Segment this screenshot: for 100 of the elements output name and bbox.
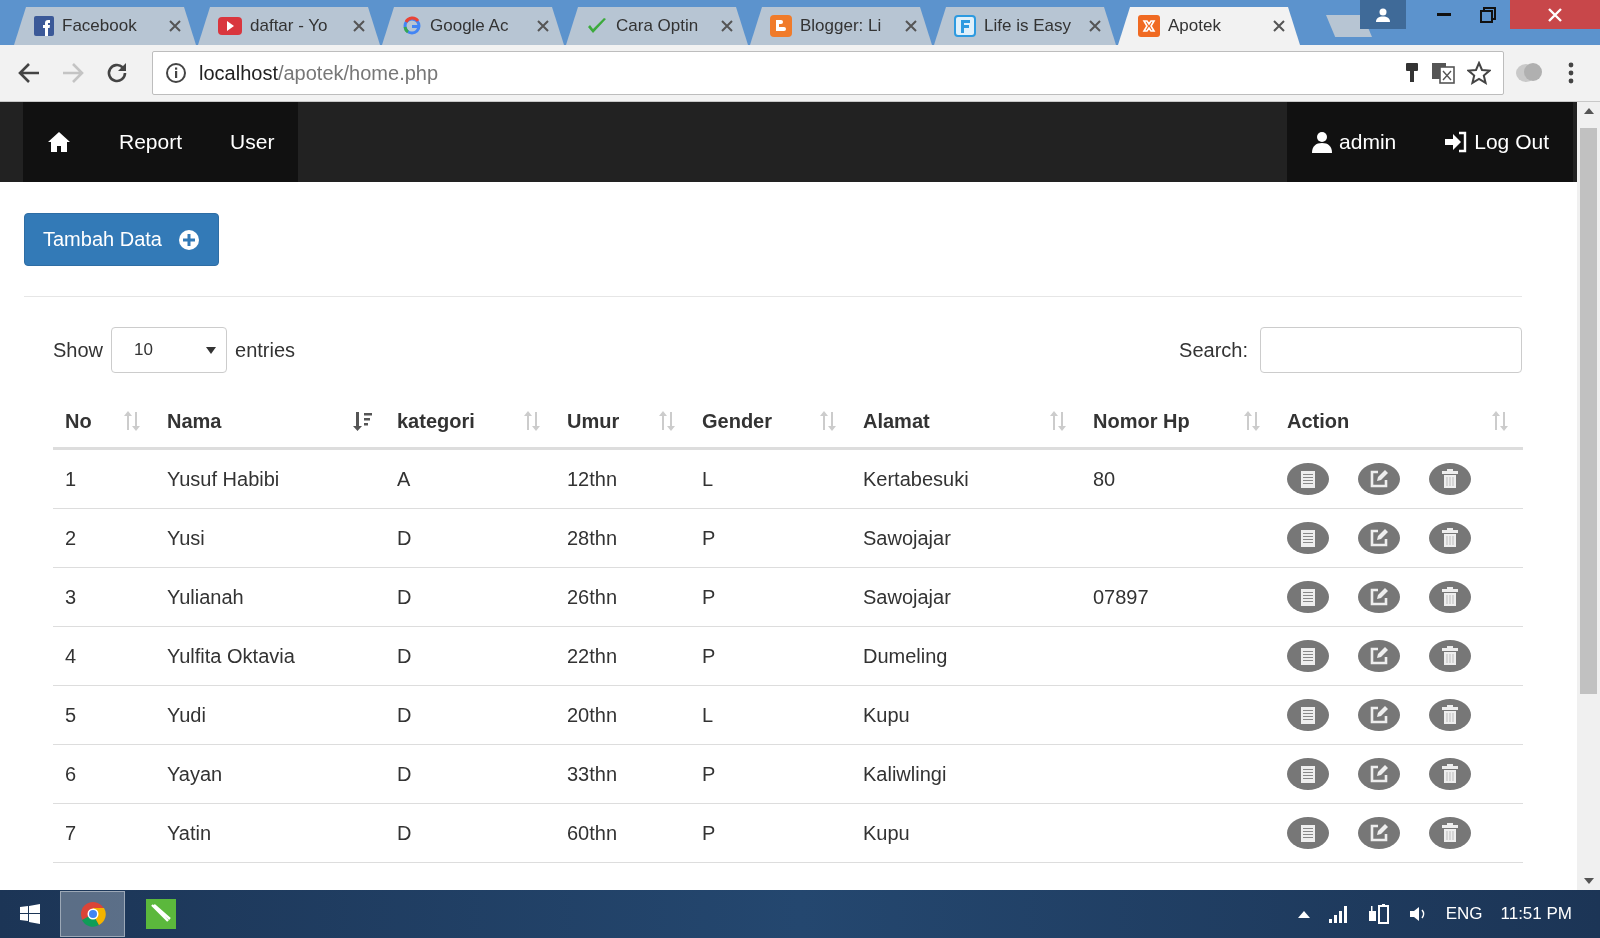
edit-icon[interactable] [1358,522,1400,554]
language-indicator[interactable]: ENG [1445,904,1483,924]
edit-icon[interactable] [1358,758,1400,790]
close-icon[interactable] [168,19,182,33]
site-icon [34,16,54,36]
power-icon[interactable] [1367,903,1390,925]
back-arrow-icon [17,62,41,84]
document-icon[interactable] [1287,581,1329,613]
table-cell: 12thn [567,467,618,490]
edit-icon[interactable] [1358,699,1400,731]
scroll-down-icon[interactable] [1583,878,1594,884]
entries-select[interactable]: 10 [111,327,228,373]
trash-icon[interactable] [1429,817,1471,849]
restore-icon [1480,6,1496,23]
sort-ascending-icon[interactable] [351,410,373,432]
entries-label: entries [235,338,296,362]
scroll-up-icon[interactable] [1583,108,1594,114]
trash-icon[interactable] [1429,463,1471,495]
search-label: Search: [1179,338,1248,362]
table-cell: D [397,644,412,667]
document-icon[interactable] [1287,699,1329,731]
clock[interactable]: 11:51 PM [1500,904,1572,924]
site-icon [770,15,792,37]
table-cell: 3 [65,585,77,608]
column-header[interactable]: Alamat [863,409,930,433]
signal-icon[interactable] [1327,905,1350,923]
browser-tab[interactable]: Facebook [14,7,196,45]
minimize-icon [1437,13,1451,16]
profile-button[interactable] [1360,0,1406,29]
table-cell: 6 [65,762,77,785]
close-button[interactable] [1510,0,1600,29]
document-icon[interactable] [1287,640,1329,672]
search-field[interactable] [1260,327,1522,373]
info-icon [165,62,187,84]
close-icon[interactable] [352,19,366,33]
close-icon[interactable] [720,19,734,33]
document-icon[interactable] [1287,758,1329,790]
column-header[interactable]: kategori [397,409,475,433]
table-cell: 4 [65,644,77,667]
column-header[interactable]: Umur [567,409,620,433]
show-label: Show [53,338,104,362]
table-cell: Kupu [863,821,910,844]
column-header[interactable]: No [65,409,92,433]
close-icon[interactable] [536,19,550,33]
edit-icon[interactable] [1358,640,1400,672]
table-cell: Kertabesuki [863,467,969,490]
close-icon[interactable] [1088,19,1102,33]
table-cell: P [702,585,716,608]
table-cell: Yulianah [167,585,244,608]
close-icon[interactable] [1272,19,1286,33]
trash-icon[interactable] [1429,758,1471,790]
nav-link[interactable]: Report [95,102,207,182]
edit-icon[interactable] [1358,817,1400,849]
table-cell: 28thn [567,526,618,549]
browser-tab[interactable]: Cara Optin [566,7,748,45]
table-cell: A [397,467,411,490]
document-icon[interactable] [1287,817,1329,849]
logout-link[interactable]: Log Out [1420,102,1573,182]
caret-up-icon[interactable] [1297,910,1310,918]
browser-tab[interactable]: Google Ac [382,7,564,45]
edit-icon[interactable] [1358,463,1400,495]
table-cell: L [702,467,714,490]
nav-link[interactable]: User [206,102,299,182]
browser-tab[interactable]: daftar - Yo [198,7,380,45]
browser-tab[interactable]: Blogger: Li [750,7,932,45]
table-cell: Yulfita Oktavia [167,644,295,667]
scrollbar-thumb[interactable] [1580,128,1597,694]
trash-icon[interactable] [1429,640,1471,672]
browser-tab[interactable]: Life is Easy [934,7,1116,45]
table-cell: 07897 [1093,585,1149,608]
add-data-button[interactable]: Tambah Data [24,213,219,266]
table-cell: 5 [65,703,77,726]
windows-start-icon[interactable] [20,904,40,924]
address-bar[interactable]: localhost/apotek/home.php [152,51,1504,95]
translate-icon[interactable] [1431,62,1455,84]
table-cell: Sawojajar [863,585,951,608]
document-icon[interactable] [1287,463,1329,495]
column-header[interactable]: Nomor Hp [1093,409,1190,433]
column-header[interactable]: Nama [167,409,222,433]
table-cell: D [397,526,412,549]
close-icon[interactable] [904,19,918,33]
menu-icon [1568,62,1574,84]
document-icon[interactable] [1287,522,1329,554]
edit-icon[interactable] [1358,581,1400,613]
reload-icon [105,61,129,85]
key-icon[interactable] [1405,62,1419,84]
column-header[interactable]: Action [1287,409,1350,433]
table-cell: 2 [65,526,77,549]
trash-icon[interactable] [1429,581,1471,613]
browser-tab[interactable]: Apotek [1118,7,1300,45]
account-link[interactable]: admin [1287,102,1421,182]
star-icon[interactable] [1467,61,1491,85]
table-cell: D [397,821,412,844]
trash-icon[interactable] [1429,699,1471,731]
trash-icon[interactable] [1429,522,1471,554]
table-cell: D [397,762,412,785]
table-cell: D [397,585,412,608]
table-cell: Kupu [863,703,910,726]
column-header[interactable]: Gender [702,409,773,433]
pen-tool-icon [145,899,176,929]
